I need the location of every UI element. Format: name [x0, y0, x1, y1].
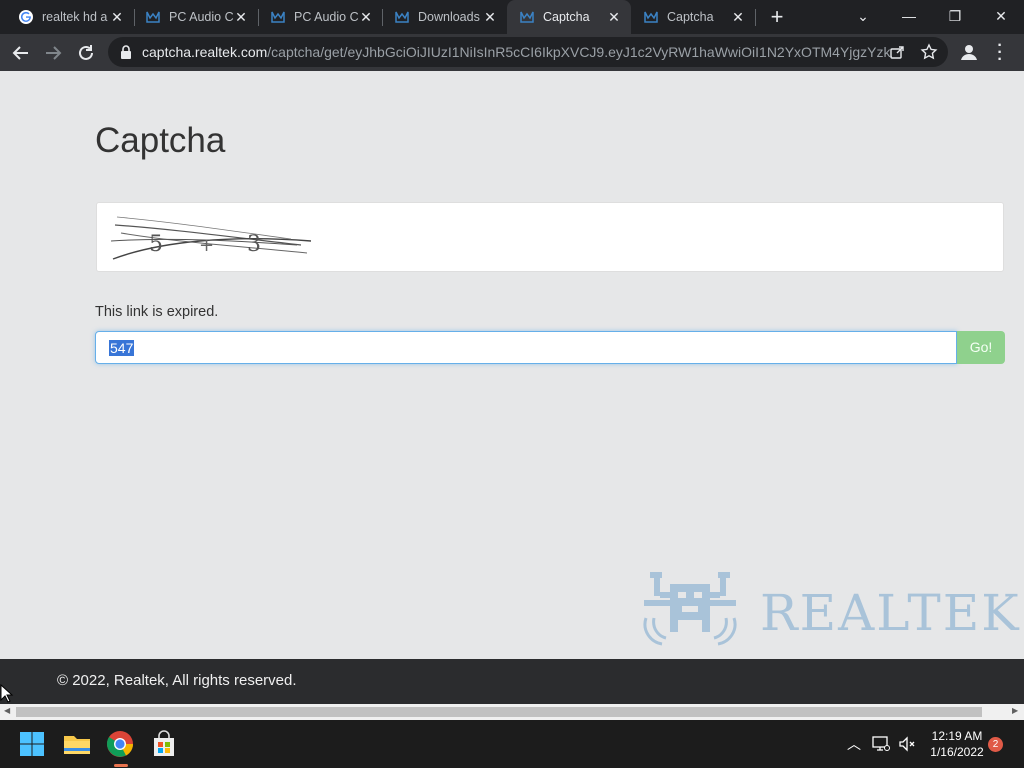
volume-muted-icon[interactable]: [898, 736, 916, 752]
tab-label: PC Audio C: [169, 10, 234, 24]
url-path: /captcha/get/eyJhbGciOiJIUzI1NiIsInR5cCI…: [267, 44, 892, 60]
browser-menu-icon[interactable]: · · ·: [994, 38, 1006, 68]
system-clock[interactable]: 12:19 AM 1/16/2022: [922, 728, 992, 760]
network-icon[interactable]: [872, 736, 890, 752]
tab-label: PC Audio C: [294, 10, 359, 24]
microsoft-store-icon[interactable]: [148, 728, 180, 760]
lock-icon[interactable]: [120, 45, 132, 59]
notification-badge[interactable]: 2: [988, 737, 1003, 752]
captcha-image-panel: 5 + 3: [96, 202, 1004, 272]
tab-downloads[interactable]: Downloads ✕: [376, 0, 507, 34]
realtek-crab-icon: [643, 572, 737, 646]
captcha-answer-input[interactable]: 547: [95, 331, 957, 364]
realtek-logo: REALTEK: [640, 570, 1019, 650]
windows-taskbar: ︿ 12:19 AM 1/16/2022 2: [0, 720, 1024, 768]
horizontal-scrollbar[interactable]: ◀ ▶: [0, 704, 1024, 720]
tab-captcha-active[interactable]: Captcha ✕: [507, 0, 631, 34]
share-icon[interactable]: [889, 44, 905, 60]
mouse-cursor-icon: [0, 684, 14, 703]
new-tab-button[interactable]: +: [766, 6, 788, 29]
expired-message: This link is expired.: [95, 304, 219, 320]
bookmark-star-icon[interactable]: [920, 43, 938, 61]
active-app-indicator: [114, 764, 128, 767]
file-explorer-icon[interactable]: [61, 728, 93, 760]
close-tab-icon[interactable]: ✕: [483, 10, 497, 24]
page-footer: © 2022, Realtek, All rights reserved.: [0, 659, 1024, 704]
clock-time: 12:19 AM: [931, 729, 983, 743]
browser-toolbar: captcha.realtek.com/captcha/get/eyJhbGci…: [0, 34, 1024, 71]
copyright-text: © 2022, Realtek, All rights reserved.: [57, 672, 297, 689]
clock-date: 1/16/2022: [930, 745, 984, 759]
realtek-icon: [520, 11, 534, 23]
realtek-icon: [395, 11, 409, 23]
scroll-left-icon[interactable]: ◀: [4, 706, 10, 715]
profile-avatar-icon[interactable]: [958, 41, 980, 63]
reload-icon[interactable]: [73, 40, 99, 66]
url-text[interactable]: captcha.realtek.com/captcha/get/eyJhbGci…: [142, 44, 892, 60]
chrome-icon[interactable]: [104, 728, 136, 760]
tab-search-icon[interactable]: ⌄: [840, 0, 886, 32]
tab-captcha[interactable]: Captcha ✕: [631, 0, 755, 34]
tab-label: Captcha: [667, 10, 714, 24]
realtek-icon: [271, 11, 285, 23]
close-tab-icon[interactable]: ✕: [234, 10, 248, 24]
svg-text:3: 3: [247, 232, 261, 257]
tab-pc-audio-1[interactable]: PC Audio C ✕: [127, 0, 258, 34]
tab-google-search[interactable]: realtek hd a ✕: [0, 0, 134, 34]
tab-label: Captcha: [543, 10, 590, 24]
tab-label: Downloads: [418, 10, 480, 24]
back-icon[interactable]: [8, 40, 34, 66]
realtek-logo-text: REALTEK: [760, 584, 1021, 642]
realtek-icon: [644, 11, 658, 23]
svg-text:5: 5: [149, 232, 163, 257]
close-window-icon[interactable]: ✕: [978, 0, 1024, 32]
answer-selected-text: 547: [109, 340, 135, 356]
scroll-right-icon[interactable]: ▶: [1012, 706, 1018, 715]
restore-icon[interactable]: ❐: [932, 0, 978, 32]
google-icon: [19, 10, 33, 24]
tab-pc-audio-2[interactable]: PC Audio C ✕: [252, 0, 383, 34]
page-title: Captcha: [95, 121, 226, 160]
close-tab-icon[interactable]: ✕: [110, 10, 124, 24]
url-host: captcha.realtek.com: [142, 44, 268, 60]
windows-start-icon[interactable]: [16, 728, 48, 760]
go-button[interactable]: Go!: [957, 331, 1005, 364]
tab-label: realtek hd a: [42, 10, 108, 24]
forward-icon[interactable]: [40, 40, 66, 66]
captcha-image: 5 + 3: [111, 216, 312, 260]
show-hidden-icons-chevron-icon[interactable]: ︿: [844, 734, 864, 754]
close-tab-icon[interactable]: ✕: [607, 10, 621, 24]
tab-divider: [755, 9, 756, 26]
svg-text:+: +: [199, 235, 214, 256]
captcha-answer-form: 547 Go!: [95, 331, 1005, 364]
tab-strip: realtek hd a ✕ PC Audio C ✕ PC Audio C ✕…: [0, 0, 1024, 34]
close-tab-icon[interactable]: ✕: [359, 10, 373, 24]
realtek-icon: [146, 11, 160, 23]
scrollbar-thumb[interactable]: [16, 707, 982, 717]
address-bar[interactable]: captcha.realtek.com/captcha/get/eyJhbGci…: [108, 37, 948, 67]
close-tab-icon[interactable]: ✕: [731, 10, 745, 24]
minimize-icon[interactable]: —: [886, 0, 932, 32]
